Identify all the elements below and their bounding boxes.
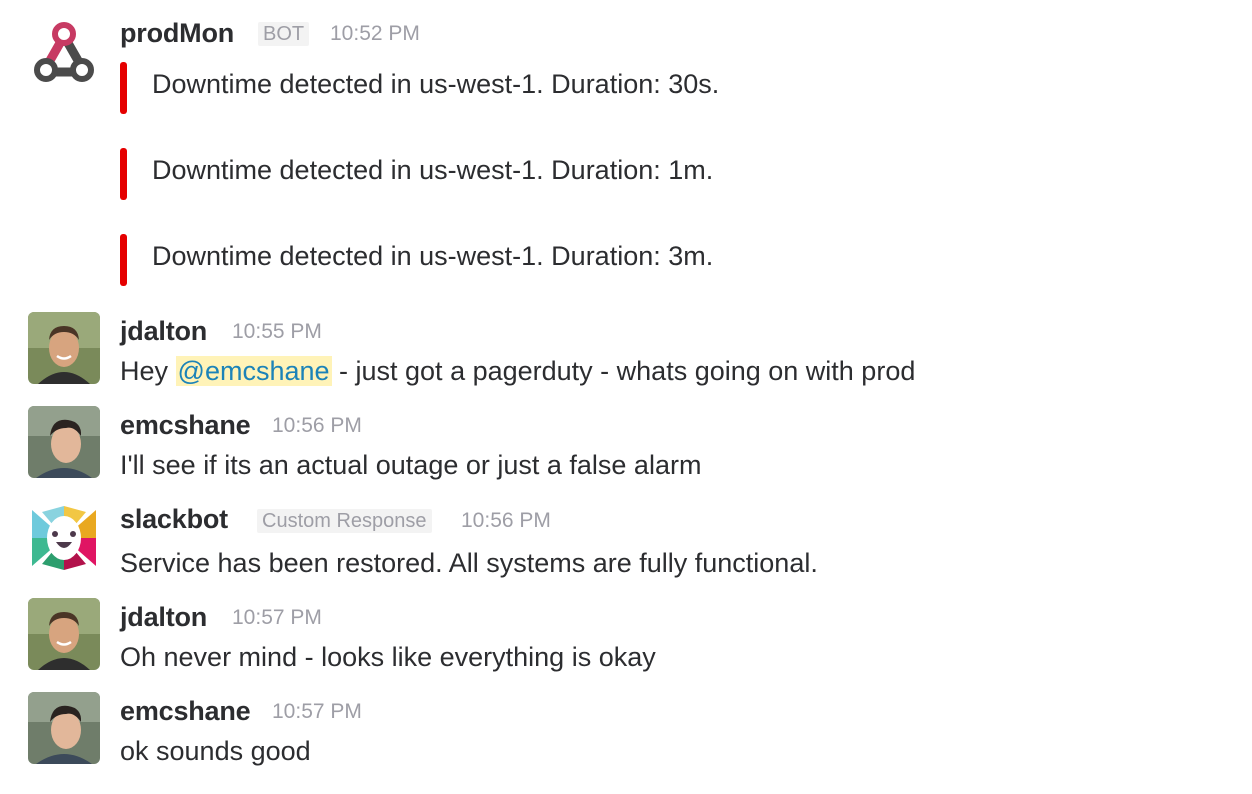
timestamp[interactable]: 10:55 PM	[232, 320, 322, 344]
message-text-before: Hey	[120, 356, 176, 386]
sender-name[interactable]: jdalton	[120, 602, 207, 633]
jdalton-avatar[interactable]	[28, 312, 100, 384]
emcshane-avatar[interactable]	[28, 692, 100, 764]
timestamp[interactable]: 10:56 PM	[272, 414, 362, 438]
sender-name[interactable]: prodMon	[120, 18, 234, 49]
jdalton-avatar[interactable]	[28, 598, 100, 670]
prodmon-avatar[interactable]	[28, 18, 100, 90]
timestamp[interactable]: 10:57 PM	[232, 606, 322, 630]
sender-name[interactable]: emcshane	[120, 410, 251, 441]
webhook-icon	[28, 18, 100, 90]
person-photo-icon	[28, 312, 100, 384]
attachment-color-bar	[120, 148, 127, 200]
attachment-text: Downtime detected in us-west-1. Duration…	[152, 155, 714, 185]
slackbot-avatar[interactable]	[28, 502, 100, 574]
timestamp[interactable]: 10:57 PM	[272, 700, 362, 724]
attachment-text: Downtime detected in us-west-1. Duration…	[152, 241, 714, 271]
bot-badge: BOT	[258, 22, 310, 46]
sender-name[interactable]: emcshane	[120, 696, 251, 727]
message-text-after: - just got a pagerduty - whats going on …	[331, 356, 916, 386]
timestamp[interactable]: 10:56 PM	[461, 509, 551, 533]
attachment-text: Downtime detected in us-west-1. Duration…	[152, 69, 720, 99]
attachment-color-bar	[120, 234, 127, 286]
slackbot-icon	[28, 502, 100, 574]
message-text: Oh never mind - looks like everything is…	[120, 642, 656, 672]
message-text: I'll see if its an actual outage or just…	[120, 450, 702, 480]
sender-name[interactable]: slackbot	[120, 504, 228, 535]
custom-response-badge: Custom Response	[257, 509, 432, 533]
person-photo-icon	[28, 692, 100, 764]
message-text: ok sounds good	[120, 736, 311, 766]
sender-name[interactable]: jdalton	[120, 316, 207, 347]
message-text: Hey @emcshane - just got a pagerduty - w…	[120, 356, 915, 387]
message-text: Service has been restored. All systems a…	[120, 548, 818, 578]
person-photo-icon	[28, 598, 100, 670]
person-photo-icon	[28, 406, 100, 478]
timestamp[interactable]: 10:52 PM	[330, 22, 420, 46]
user-mention[interactable]: @emcshane	[175, 356, 332, 386]
emcshane-avatar[interactable]	[28, 406, 100, 478]
attachment-color-bar	[120, 62, 127, 114]
